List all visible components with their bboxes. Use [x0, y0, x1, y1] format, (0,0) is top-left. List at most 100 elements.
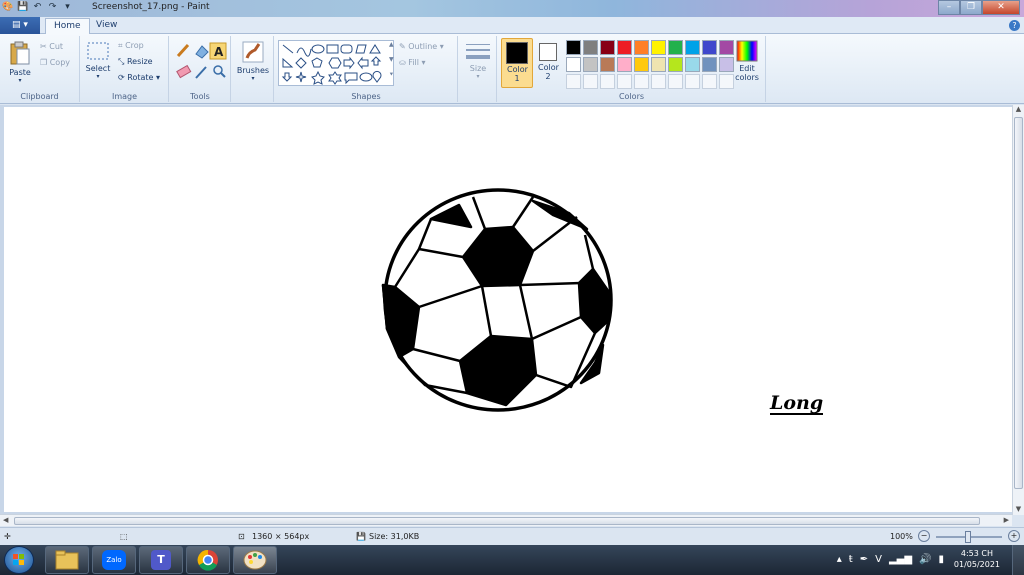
- select-button[interactable]: Select ▾: [85, 40, 111, 80]
- taskbar-file-explorer[interactable]: [45, 546, 89, 574]
- scroll-right-arrow-icon[interactable]: ▶: [1004, 516, 1009, 524]
- hexagon-shape-icon[interactable]: [328, 57, 342, 69]
- scroll-left-arrow-icon[interactable]: ◀: [3, 516, 8, 524]
- fill-icon[interactable]: [195, 45, 209, 59]
- pen-tray-icon[interactable]: ✒: [860, 554, 868, 565]
- palette-swatch[interactable]: [583, 57, 598, 72]
- vertical-scroll-thumb[interactable]: [1014, 117, 1023, 489]
- customize-qat-icon[interactable]: ▾: [62, 2, 73, 13]
- custom-color-slot[interactable]: [600, 74, 615, 89]
- custom-color-slot[interactable]: [651, 74, 666, 89]
- palette-swatch[interactable]: [617, 57, 632, 72]
- palette-swatch[interactable]: [600, 57, 615, 72]
- palette-swatch[interactable]: [634, 57, 649, 72]
- curve-shape-icon[interactable]: [296, 47, 312, 57]
- show-desktop-button[interactable]: [1012, 545, 1024, 575]
- start-button[interactable]: [4, 546, 34, 574]
- palette-swatch[interactable]: [651, 57, 666, 72]
- battery-icon[interactable]: ▮: [938, 554, 944, 565]
- save-icon[interactable]: 💾: [17, 2, 28, 13]
- maximize-button[interactable]: ❐: [960, 0, 982, 15]
- palette-swatch[interactable]: [566, 40, 581, 55]
- palette-swatch[interactable]: [685, 57, 700, 72]
- arrow-up-shape-icon[interactable]: [370, 56, 382, 66]
- text-icon[interactable]: A: [209, 42, 227, 60]
- vertical-scrollbar[interactable]: ▲ ▼: [1012, 105, 1024, 515]
- line-shape-icon[interactable]: [282, 44, 294, 54]
- rounded-rectangle-shape-icon[interactable]: [340, 44, 353, 54]
- magnifier-icon[interactable]: [213, 65, 226, 78]
- brushes-button[interactable]: Brushes ▾: [234, 40, 272, 82]
- network-signal-icon[interactable]: ▂▄▆: [889, 554, 912, 565]
- shapes-scroll-down[interactable]: ▼: [389, 56, 394, 63]
- zoom-out-button[interactable]: −: [918, 530, 930, 542]
- rectangle-callout-shape-icon[interactable]: [344, 72, 358, 85]
- diamond-shape-icon[interactable]: [295, 57, 307, 69]
- pencil-icon[interactable]: [176, 43, 190, 58]
- horizontal-scroll-thumb[interactable]: [14, 517, 980, 525]
- six-point-star-shape-icon[interactable]: [328, 71, 342, 85]
- shapes-expand[interactable]: ⯆: [389, 71, 394, 79]
- shapes-gallery[interactable]: [278, 40, 394, 86]
- palette-swatch[interactable]: [702, 40, 717, 55]
- undo-icon[interactable]: ↶: [32, 2, 43, 13]
- vpn-tray-icon[interactable]: V: [875, 554, 882, 565]
- custom-color-slot[interactable]: [566, 74, 581, 89]
- edit-colors-button[interactable]: Edit colors: [732, 40, 762, 82]
- custom-color-slot[interactable]: [617, 74, 632, 89]
- custom-color-slot[interactable]: [583, 74, 598, 89]
- show-hidden-icons-icon[interactable]: ▴: [837, 554, 842, 565]
- tab-home[interactable]: Home: [45, 18, 90, 34]
- rotate-button[interactable]: ⟳ Rotate ▾: [118, 73, 160, 82]
- size-button[interactable]: Size ▾: [463, 42, 493, 80]
- outline-button[interactable]: ✎ Outline ▾: [399, 42, 444, 51]
- rectangle-shape-icon[interactable]: [326, 44, 339, 54]
- palette-swatch[interactable]: [600, 40, 615, 55]
- color-picker-icon[interactable]: [195, 66, 207, 79]
- paint-app-icon[interactable]: 🎨: [2, 2, 13, 13]
- horizontal-scrollbar[interactable]: ◀ ▶: [0, 514, 1012, 526]
- palette-swatch[interactable]: [566, 57, 581, 72]
- eraser-icon[interactable]: [176, 64, 192, 79]
- palette-swatch[interactable]: [668, 57, 683, 72]
- taskbar-paint[interactable]: [233, 546, 277, 574]
- palette-swatch[interactable]: [651, 40, 666, 55]
- scroll-up-arrow-icon[interactable]: ▲: [1013, 105, 1024, 113]
- copy-button[interactable]: ❐ Copy: [40, 58, 70, 67]
- scroll-down-arrow-icon[interactable]: ▼: [1013, 505, 1024, 513]
- cloud-callout-shape-icon[interactable]: [372, 70, 382, 83]
- taskbar-clock[interactable]: 4:53 CH 01/05/2021: [954, 548, 1000, 570]
- close-button[interactable]: ✕: [982, 0, 1020, 15]
- arrow-left-shape-icon[interactable]: [357, 56, 369, 70]
- custom-color-slot[interactable]: [634, 74, 649, 89]
- tab-view[interactable]: View: [88, 18, 125, 34]
- zoom-slider-thumb[interactable]: [965, 531, 971, 543]
- resize-button[interactable]: ⤡ Resize: [118, 57, 153, 67]
- taskbar-teams[interactable]: T: [139, 546, 183, 574]
- four-point-star-shape-icon[interactable]: [295, 71, 307, 83]
- palette-swatch[interactable]: [617, 40, 632, 55]
- custom-color-slot[interactable]: [702, 74, 717, 89]
- volume-icon[interactable]: 🔊: [919, 554, 931, 565]
- teams-tray-icon[interactable]: ŧ: [849, 554, 853, 565]
- taskbar-chrome[interactable]: [186, 546, 230, 574]
- taskbar-zalo[interactable]: Zalo: [92, 546, 136, 574]
- fill-button[interactable]: ⛀ Fill ▾: [399, 58, 426, 67]
- color2-button[interactable]: Color 2: [536, 38, 560, 81]
- palette-swatch[interactable]: [634, 40, 649, 55]
- help-icon[interactable]: ?: [1009, 20, 1020, 31]
- oval-shape-icon[interactable]: [311, 44, 325, 54]
- right-triangle-shape-icon[interactable]: [282, 57, 294, 68]
- five-point-star-shape-icon[interactable]: [311, 70, 325, 85]
- palette-swatch[interactable]: [702, 57, 717, 72]
- paste-button[interactable]: Paste ▾: [6, 40, 34, 84]
- palette-swatch[interactable]: [685, 40, 700, 55]
- minimize-button[interactable]: –: [938, 0, 960, 15]
- custom-color-slot[interactable]: [685, 74, 700, 89]
- oval-callout-shape-icon[interactable]: [359, 72, 373, 82]
- file-menu-button[interactable]: ▤ ▾: [0, 17, 40, 34]
- triangle-shape-icon[interactable]: [369, 44, 381, 54]
- drawing-canvas[interactable]: Long: [4, 107, 1012, 512]
- zoom-in-button[interactable]: +: [1008, 530, 1020, 542]
- polygon-shape-icon[interactable]: [355, 44, 367, 54]
